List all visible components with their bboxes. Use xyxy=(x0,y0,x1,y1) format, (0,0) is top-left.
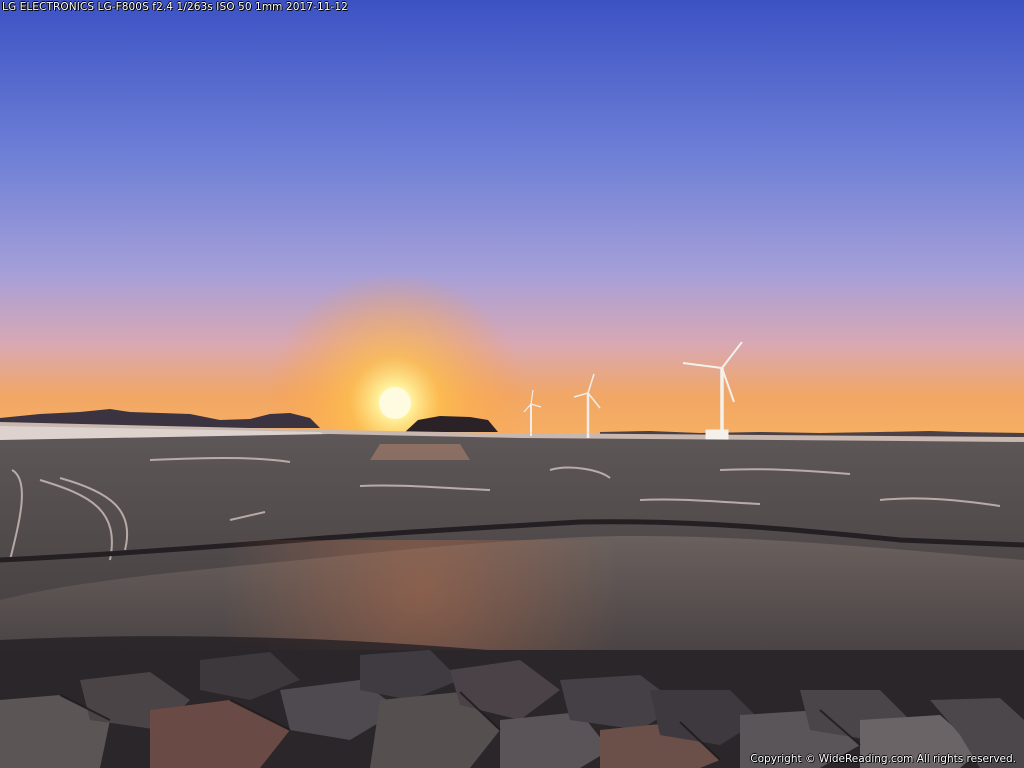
copyright-watermark: Copyright © WideReading.com All rights r… xyxy=(750,753,1016,765)
sunset-photo: LG ELECTRONICS LG-F800S f2.4 1/263s ISO … xyxy=(0,0,1024,768)
exif-info-overlay: LG ELECTRONICS LG-F800S f2.4 1/263s ISO … xyxy=(2,1,348,13)
tidal-flat-sunset-scene xyxy=(0,0,1024,768)
foreground-rocks xyxy=(0,650,1024,768)
sun xyxy=(379,387,411,419)
